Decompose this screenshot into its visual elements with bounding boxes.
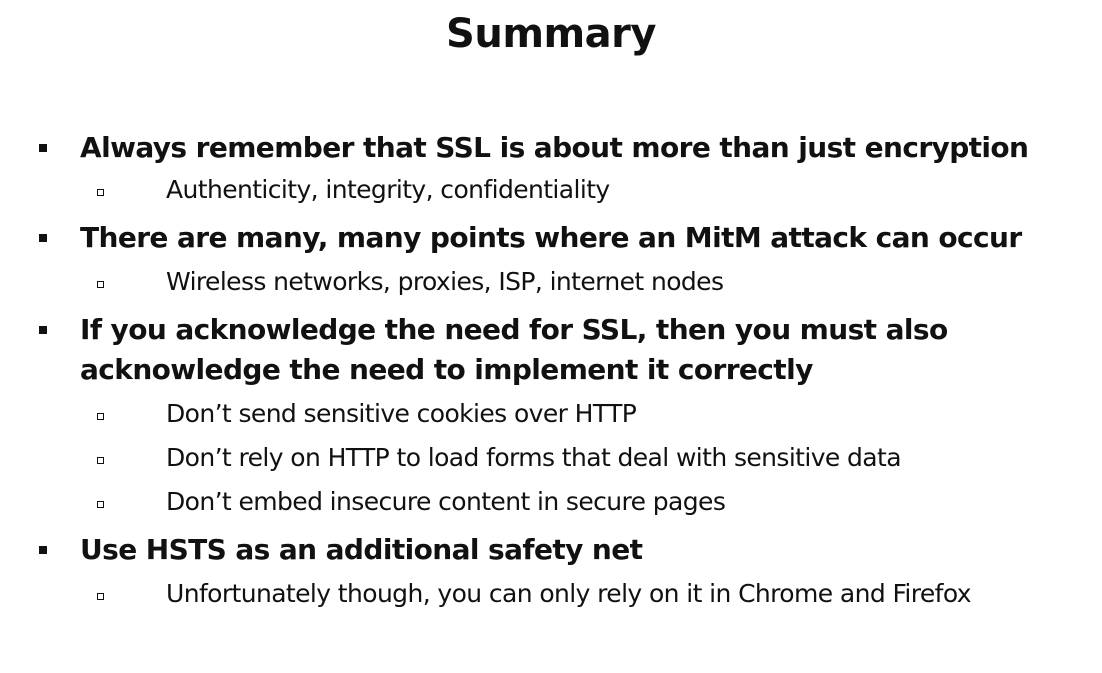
bullet-group: Always remember that SSL is about more t… (34, 128, 1094, 212)
hollow-square-bullet-icon (97, 413, 104, 420)
sub-bullet-list: Wireless networks, proxies, ISP, interne… (97, 260, 1094, 304)
bullet-item: Use HSTS as an additional safety net (34, 530, 1094, 570)
sub-bullet-item: Don’t send sensitive cookies over HTTP (97, 392, 1094, 436)
sub-bullet-item: Unfortunately though, you can only rely … (97, 572, 1094, 616)
bullet-item: If you acknowledge the need for SSL, the… (34, 310, 1094, 390)
slide-title: Summary (446, 11, 656, 57)
hollow-square-bullet-icon (97, 593, 104, 600)
bullet-list: Always remember that SSL is about more t… (34, 128, 1094, 622)
bullet-text: Always remember that SSL is about more t… (80, 131, 1029, 164)
sub-bullet-list: Don’t send sensitive cookies over HTTP D… (97, 392, 1094, 524)
bullet-text: If you acknowledge the need for SSL, the… (80, 313, 948, 386)
sub-bullet-text: Don’t rely on HTTP to load forms that de… (166, 443, 902, 472)
sub-bullet-item: Don’t embed insecure content in secure p… (97, 480, 1094, 524)
hollow-square-bullet-icon (97, 457, 104, 464)
bullet-group: If you acknowledge the need for SSL, the… (34, 310, 1094, 524)
slide: Summary Always remember that SSL is abou… (0, 0, 1102, 673)
bullet-item: Always remember that SSL is about more t… (34, 128, 1094, 168)
sub-bullet-text: Don’t embed insecure content in secure p… (166, 487, 726, 516)
sub-bullet-item: Authenticity, integrity, confidentiality (97, 168, 1094, 212)
square-bullet-icon (39, 144, 47, 152)
sub-bullet-list: Unfortunately though, you can only rely … (97, 572, 1094, 616)
sub-bullet-text: Authenticity, integrity, confidentiality (166, 175, 610, 204)
hollow-square-bullet-icon (97, 501, 104, 508)
bullet-group: There are many, many points where an Mit… (34, 218, 1094, 304)
sub-bullet-text: Unfortunately though, you can only rely … (166, 579, 972, 608)
sub-bullet-text: Don’t send sensitive cookies over HTTP (166, 399, 637, 428)
hollow-square-bullet-icon (97, 189, 104, 196)
sub-bullet-text: Wireless networks, proxies, ISP, interne… (166, 267, 724, 296)
bullet-text: There are many, many points where an Mit… (80, 221, 1022, 254)
square-bullet-icon (39, 326, 47, 334)
square-bullet-icon (39, 546, 47, 554)
hollow-square-bullet-icon (97, 281, 104, 288)
sub-bullet-list: Authenticity, integrity, confidentiality (97, 168, 1094, 212)
bullet-text: Use HSTS as an additional safety net (80, 533, 643, 566)
sub-bullet-item: Wireless networks, proxies, ISP, interne… (97, 260, 1094, 304)
bullet-group: Use HSTS as an additional safety net Unf… (34, 530, 1094, 616)
square-bullet-icon (39, 234, 47, 242)
bullet-item: There are many, many points where an Mit… (34, 218, 1094, 258)
sub-bullet-item: Don’t rely on HTTP to load forms that de… (97, 436, 1094, 480)
